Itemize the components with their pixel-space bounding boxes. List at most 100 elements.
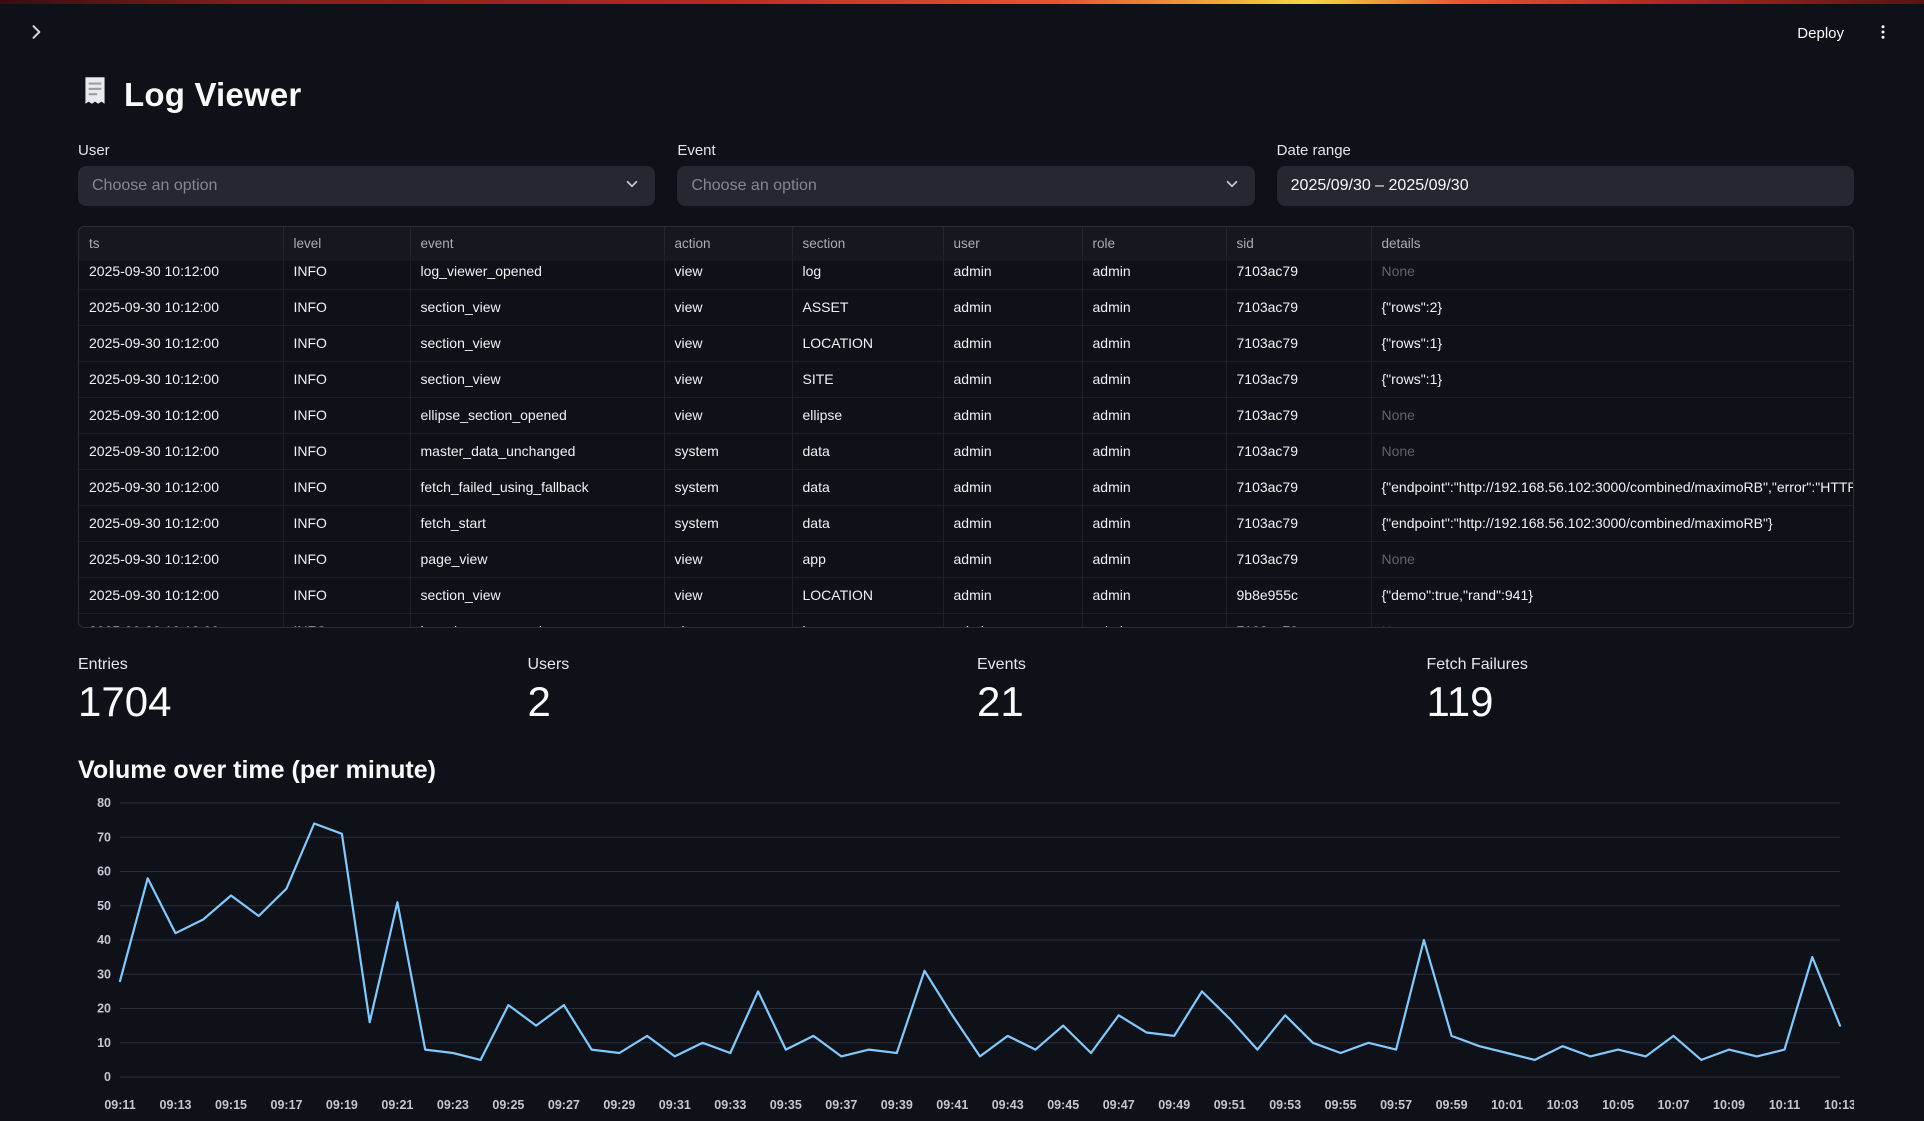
svg-text:09:39: 09:39 <box>881 1098 913 1112</box>
page-title-text: Log Viewer <box>124 76 301 114</box>
cell-role: admin <box>1082 433 1226 469</box>
cell-sid: 7103ac79 <box>1226 613 1371 627</box>
cell-sid: 7103ac79 <box>1226 361 1371 397</box>
cell-sid: 9b8e955c <box>1226 577 1371 613</box>
cell-event: fetch_start <box>410 505 664 541</box>
table-row[interactable]: 2025-09-30 10:12:00INFOsection_viewviewL… <box>79 325 1853 361</box>
svg-text:09:17: 09:17 <box>271 1098 303 1112</box>
log-table-grid: tsleveleventactionsectionuserrolesiddeta… <box>79 227 1853 627</box>
cell-section: log <box>792 613 943 627</box>
cell-sid: 7103ac79 <box>1226 325 1371 361</box>
user-filter-select[interactable]: Choose an option <box>78 166 655 206</box>
svg-text:09:29: 09:29 <box>603 1098 635 1112</box>
column-header-event[interactable]: event <box>410 227 664 261</box>
metric-label: Fetch Failures <box>1427 656 1855 674</box>
overflow-menu-button[interactable] <box>1868 17 1898 50</box>
column-header-user[interactable]: user <box>943 227 1082 261</box>
table-row[interactable]: 2025-09-30 10:12:00INFOsection_viewviewS… <box>79 361 1853 397</box>
cell-event: fetch_failed_using_fallback <box>410 469 664 505</box>
user-filter-placeholder: Choose an option <box>92 177 217 195</box>
metric-card: Entries1704 <box>78 656 506 726</box>
svg-text:09:55: 09:55 <box>1325 1098 1357 1112</box>
cell-action: system <box>664 505 792 541</box>
column-header-level[interactable]: level <box>283 227 410 261</box>
svg-text:50: 50 <box>97 899 111 913</box>
page-title: Log Viewer <box>78 74 1854 116</box>
cell-level: INFO <box>283 325 410 361</box>
metrics-row: Entries1704Users2Events21Fetch Failures1… <box>78 656 1854 726</box>
cell-ts: 2025-09-30 10:12:00 <box>79 469 283 505</box>
table-row[interactable]: 2025-09-30 10:12:00INFOpage_viewviewappa… <box>79 541 1853 577</box>
main-content: Log Viewer User Choose an option Event C… <box>0 62 1924 1121</box>
svg-text:80: 80 <box>97 796 111 810</box>
cell-details: None <box>1371 541 1853 577</box>
app-root: Deploy Log Viewer User <box>0 0 1924 1121</box>
cell-role: admin <box>1082 469 1226 505</box>
date-range-filter: Date range 2025/09/30 – 2025/09/30 <box>1277 142 1854 206</box>
cell-ts: 2025-09-30 10:12:00 <box>79 577 283 613</box>
table-row[interactable]: 2025-09-30 10:12:00INFOmaster_data_uncha… <box>79 433 1853 469</box>
table-row[interactable]: 2025-09-30 10:12:00INFOfetch_startsystem… <box>79 505 1853 541</box>
cell-section: ASSET <box>792 289 943 325</box>
metric-value: 1704 <box>78 678 506 726</box>
cell-section: LOCATION <box>792 325 943 361</box>
event-filter-select[interactable]: Choose an option <box>677 166 1254 206</box>
metric-card: Fetch Failures 119 <box>1427 656 1855 726</box>
column-header-section[interactable]: section <box>792 227 943 261</box>
cell-section: ellipse <box>792 397 943 433</box>
cell-section: SITE <box>792 361 943 397</box>
cell-event: ellipse_section_opened <box>410 397 664 433</box>
column-header-details[interactable]: details <box>1371 227 1853 261</box>
volume-chart[interactable]: 0102030405060708009:1109:1309:1509:1709:… <box>78 791 1854 1121</box>
svg-text:09:41: 09:41 <box>936 1098 968 1112</box>
app-header: Deploy <box>0 4 1924 62</box>
table-row[interactable]: 2025-09-30 10:12:00INFOsection_viewviewL… <box>79 577 1853 613</box>
svg-text:09:59: 09:59 <box>1436 1098 1468 1112</box>
column-header-role[interactable]: role <box>1082 227 1226 261</box>
log-table-scroll-area[interactable]: tsleveleventactionsectionuserrolesiddeta… <box>79 227 1853 627</box>
svg-text:09:47: 09:47 <box>1103 1098 1135 1112</box>
cell-event: section_view <box>410 361 664 397</box>
cell-details: {"demo":true,"rand":941} <box>1371 577 1853 613</box>
table-row[interactable]: 2025-09-30 10:12:00INFOfetch_failed_usin… <box>79 469 1853 505</box>
event-filter-placeholder: Choose an option <box>691 177 816 195</box>
svg-text:10:03: 10:03 <box>1547 1098 1579 1112</box>
event-filter: Event Choose an option <box>677 142 1254 206</box>
svg-text:09:53: 09:53 <box>1269 1098 1301 1112</box>
svg-text:70: 70 <box>97 831 111 845</box>
cell-event: section_view <box>410 577 664 613</box>
svg-text:30: 30 <box>97 968 111 982</box>
svg-text:09:33: 09:33 <box>714 1098 746 1112</box>
svg-text:09:13: 09:13 <box>160 1098 192 1112</box>
column-header-sid[interactable]: sid <box>1226 227 1371 261</box>
sidebar-expand-button[interactable] <box>20 16 52 51</box>
svg-text:10:05: 10:05 <box>1602 1098 1634 1112</box>
cell-action: system <box>664 469 792 505</box>
metric-label: Events <box>977 656 1405 674</box>
cell-details: None <box>1371 433 1853 469</box>
cell-level: INFO <box>283 397 410 433</box>
table-row[interactable]: 2025-09-30 10:12:00INFOlog_viewer_opened… <box>79 613 1853 627</box>
cell-sid: 7103ac79 <box>1226 469 1371 505</box>
metric-value: 119 <box>1427 678 1855 726</box>
cell-details: {"rows":1} <box>1371 325 1853 361</box>
table-row[interactable]: 2025-09-30 10:12:00INFOsection_viewviewA… <box>79 289 1853 325</box>
column-header-action[interactable]: action <box>664 227 792 261</box>
cell-event: page_view <box>410 541 664 577</box>
column-header-ts[interactable]: ts <box>79 227 283 261</box>
cell-user: admin <box>943 325 1082 361</box>
cell-role: admin <box>1082 397 1226 433</box>
deploy-button[interactable]: Deploy <box>1793 19 1848 48</box>
chevron-right-icon <box>26 22 46 45</box>
date-range-input[interactable]: 2025/09/30 – 2025/09/30 <box>1277 166 1854 206</box>
user-filter-label: User <box>78 142 655 159</box>
table-row[interactable]: 2025-09-30 10:12:00INFOellipse_section_o… <box>79 397 1853 433</box>
metric-label: Users <box>528 656 956 674</box>
metric-value: 2 <box>528 678 956 726</box>
chevron-down-icon <box>623 175 641 198</box>
chevron-down-icon <box>1223 175 1241 198</box>
cell-level: INFO <box>283 613 410 627</box>
cell-ts: 2025-09-30 10:12:00 <box>79 613 283 627</box>
svg-text:10:09: 10:09 <box>1713 1098 1745 1112</box>
cell-action: view <box>664 325 792 361</box>
